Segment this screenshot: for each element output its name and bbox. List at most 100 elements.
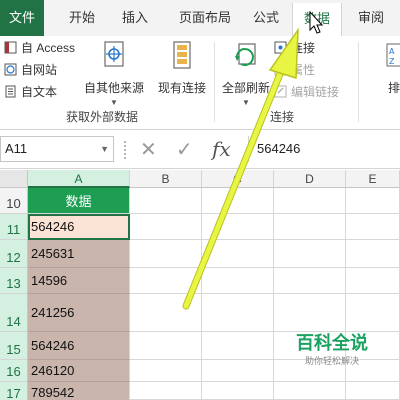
data-cell[interactable]: 14596 [28, 268, 130, 294]
empty-cell[interactable] [202, 268, 274, 294]
formula-input[interactable]: 564246 [248, 136, 400, 162]
empty-cell[interactable] [274, 188, 346, 214]
empty-cell[interactable] [130, 214, 202, 240]
web-icon [4, 62, 17, 76]
tab-formulas[interactable]: 公式 [244, 0, 288, 36]
tab-data[interactable]: 数据 [292, 3, 342, 36]
table-header-cell[interactable]: 数据 [28, 188, 130, 214]
connections-label: 连接 [291, 41, 316, 55]
existing-connections-label: 现有连接 [157, 81, 206, 95]
access-icon [4, 40, 17, 54]
empty-cell[interactable] [346, 188, 400, 214]
data-cell[interactable]: 246120 [28, 360, 130, 382]
name-box-value: A11 [5, 141, 28, 156]
empty-cell[interactable] [274, 294, 346, 332]
empty-cell[interactable] [202, 188, 274, 214]
connections-icon [274, 40, 287, 54]
svg-text:Z: Z [389, 57, 395, 66]
watermark-title: 百科全说 [296, 333, 368, 353]
edit-links-button[interactable]: 编辑链接 [274, 82, 339, 102]
empty-cell[interactable] [130, 294, 202, 332]
refresh-all-button[interactable]: 全部刷新 ▼ [218, 40, 274, 107]
properties-button[interactable]: 属性 [274, 60, 315, 80]
empty-cell[interactable] [274, 240, 346, 268]
text-file-icon [4, 84, 17, 98]
empty-cell[interactable] [202, 382, 274, 400]
data-cell[interactable]: 241256 [28, 294, 130, 332]
empty-cell[interactable] [202, 294, 274, 332]
data-cell[interactable]: 245631 [28, 240, 130, 268]
empty-cell[interactable] [130, 382, 202, 400]
empty-cell[interactable] [202, 214, 274, 240]
tab-file[interactable]: 文件 [0, 0, 44, 36]
properties-label: 属性 [291, 63, 316, 77]
insert-function-button[interactable]: fx [212, 137, 231, 161]
confirm-icon[interactable]: ✓ [176, 137, 193, 162]
sort-button[interactable]: AZ 排 [384, 40, 400, 96]
empty-cell[interactable] [130, 360, 202, 382]
connections-button[interactable]: 连接 [274, 38, 315, 58]
from-web-label: 自网站 [21, 63, 58, 77]
group-label-external-data: 获取外部数据 [66, 110, 139, 124]
chevron-down-icon[interactable]: ▼ [100, 137, 109, 161]
from-text-button[interactable]: 自文本 [4, 82, 57, 102]
empty-cell[interactable] [202, 240, 274, 268]
empty-cell[interactable] [346, 268, 400, 294]
row-header[interactable]: 10 [0, 188, 28, 214]
column-header-a[interactable]: A [28, 170, 130, 188]
empty-cell[interactable] [346, 214, 400, 240]
row-header[interactable]: 14 [0, 294, 28, 332]
empty-cell[interactable] [274, 268, 346, 294]
tab-home[interactable]: 开始 [56, 0, 108, 36]
ribbon-tab-strip: 开始 插入 页面布局 公式 数据 审阅 [44, 0, 400, 36]
formula-bar: A11 ▼ ✕ ✓ fx 564246 [0, 131, 400, 169]
other-sources-icon [82, 40, 146, 75]
column-header-b[interactable]: B [130, 170, 202, 188]
data-cell[interactable]: 789542 [28, 382, 130, 400]
from-web-button[interactable]: 自网站 [4, 60, 57, 80]
ribbon-separator [214, 42, 215, 122]
from-text-label: 自文本 [21, 85, 58, 99]
row-header[interactable]: 12 [0, 240, 28, 268]
empty-cell[interactable] [202, 332, 274, 360]
tab-review[interactable]: 审阅 [348, 0, 394, 36]
group-label-connections: 连接 [270, 110, 295, 124]
data-cell[interactable]: 564246 [28, 332, 130, 360]
column-header-e[interactable]: E [346, 170, 400, 188]
empty-cell[interactable] [274, 382, 346, 400]
empty-cell[interactable] [130, 332, 202, 360]
select-all-corner[interactable] [0, 170, 28, 188]
column-header-d[interactable]: D [274, 170, 346, 188]
ribbon-tab-bar: 文件 开始 插入 页面布局 公式 数据 审阅 [0, 0, 400, 36]
from-other-sources-label: 自其他来源 [83, 81, 144, 95]
watermark-subtitle: 助你轻松解决 [304, 356, 359, 366]
refresh-icon [218, 40, 274, 75]
active-cell[interactable]: 564246 [28, 214, 130, 240]
row-header[interactable]: 13 [0, 268, 28, 294]
column-header-c[interactable]: C [202, 170, 274, 188]
empty-cell[interactable] [346, 240, 400, 268]
empty-cell[interactable] [346, 382, 400, 400]
tab-page-layout[interactable]: 页面布局 [168, 0, 242, 36]
tab-insert[interactable]: 插入 [112, 0, 158, 36]
empty-cell[interactable] [274, 214, 346, 240]
row-header[interactable]: 11 [0, 214, 28, 240]
row-header[interactable]: 16 [0, 360, 28, 382]
empty-cell[interactable] [130, 240, 202, 268]
ribbon-data: 自 Access 自网站 自文本 自其他来源 ▼ 现有连接 全部刷新 ▼ 连接 … [0, 36, 400, 130]
empty-cell[interactable] [202, 360, 274, 382]
existing-connections-button[interactable]: 现有连接 [154, 40, 210, 96]
name-box[interactable]: A11 ▼ [0, 136, 114, 162]
from-access-label: 自 Access [21, 41, 76, 55]
cancel-icon[interactable]: ✕ [140, 137, 157, 162]
row-header[interactable]: 17 [0, 382, 28, 400]
empty-cell[interactable] [346, 294, 400, 332]
from-other-sources-button[interactable]: 自其他来源 ▼ [82, 40, 146, 107]
row-header[interactable]: 15 [0, 332, 28, 360]
from-access-button[interactable]: 自 Access [4, 38, 75, 58]
svg-text:A: A [389, 47, 395, 56]
empty-cell[interactable] [130, 268, 202, 294]
chevron-down-icon: ▼ [110, 98, 118, 107]
sort-icon: AZ [384, 40, 400, 75]
empty-cell[interactable] [130, 188, 202, 214]
